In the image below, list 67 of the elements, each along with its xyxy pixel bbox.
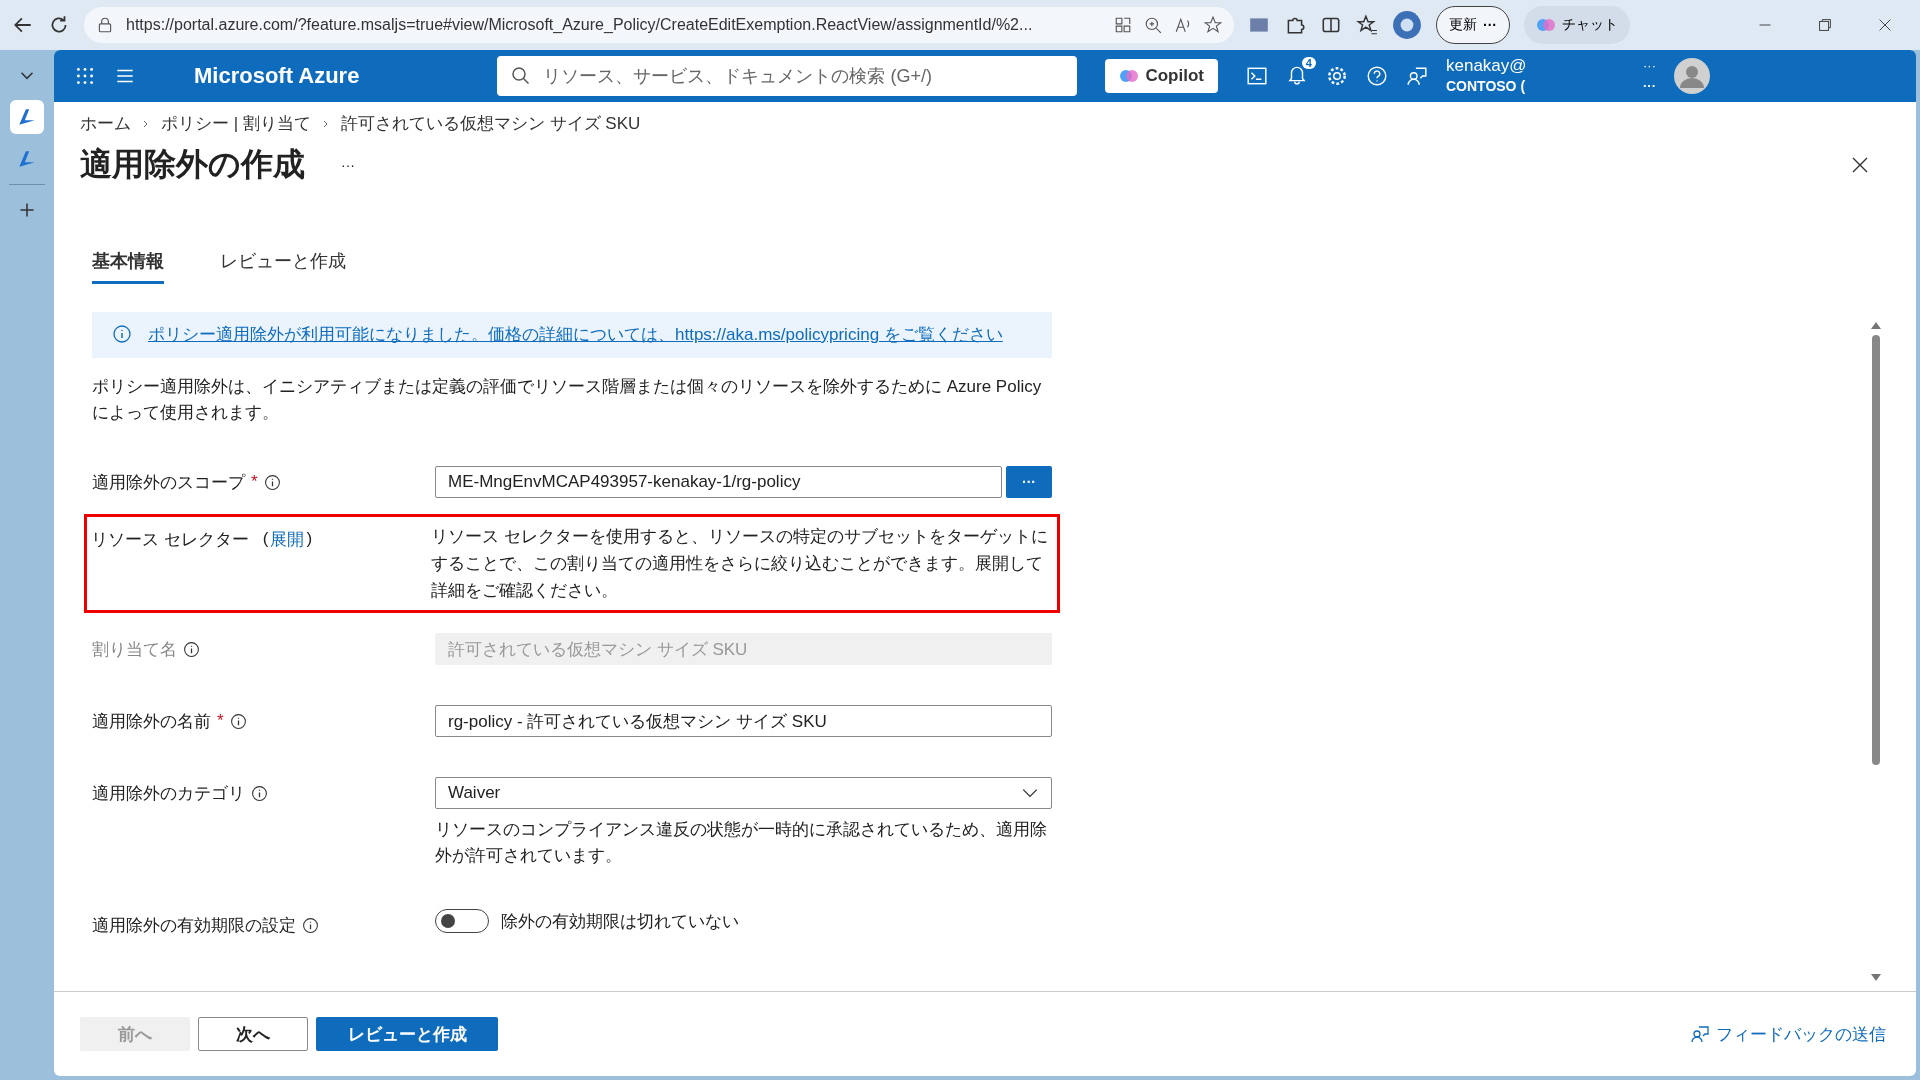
tab[interactable]: レビューと作成: [220, 249, 346, 284]
selector-description: リソース セレクターを使用すると、リソースの特定のサブセットをターゲットにすることで、この割り当ての適用性をさらに絞り込むことができます。展開して詳細をご確認ください。: [431, 526, 1049, 602]
tab[interactable]: 基本情報: [92, 249, 164, 284]
app-launcher-icon[interactable]: [74, 65, 96, 87]
page-title: 適用除外の作成: [80, 145, 305, 184]
help-text: リソースのコンプライアンス違反の状態が一時的に承認されているため、適用除外が許可されています。: [435, 819, 1048, 867]
scroll-up-icon[interactable]: [1871, 322, 1881, 329]
breadcrumb-link[interactable]: 許可されている仮想マシン サイズ SKU: [340, 112, 641, 135]
input-field[interactable]: rg-policy - 許可されている仮想マシン サイズ SKU: [435, 705, 1052, 737]
read-aloud-icon[interactable]: [1174, 16, 1192, 34]
close-icon[interactable]: [1850, 155, 1870, 175]
more-button[interactable]: ···: [341, 157, 355, 173]
search-icon: [511, 66, 532, 86]
zoom-icon[interactable]: [1144, 16, 1162, 34]
profile-icon[interactable]: [1392, 10, 1422, 40]
paren-text: (: [262, 529, 269, 549]
chat-button[interactable]: チャット: [1524, 6, 1630, 44]
settings-icon[interactable]: [1325, 65, 1348, 87]
browse-button[interactable]: ···: [1006, 466, 1052, 498]
breadcrumb-link[interactable]: ホーム: [80, 112, 131, 135]
more-text[interactable]: ···: [1642, 76, 1656, 96]
category-dropdown[interactable]: Waiver: [435, 777, 1052, 809]
toggle-label: 除外の有効期限は切れていない: [501, 910, 739, 933]
brand-title[interactable]: Microsoft Azure: [194, 63, 360, 89]
field-label: 適用除外のスコープ: [92, 471, 245, 494]
info-icon[interactable]: [229, 712, 247, 730]
favorites-icon[interactable]: [1356, 14, 1378, 36]
footer-button[interactable]: 次へ: [198, 1017, 308, 1051]
grid-icon[interactable]: [1114, 16, 1132, 34]
user-name[interactable]: kenakay@: [1445, 56, 1527, 76]
feedback-link[interactable]: フィードバックの送信: [1690, 1022, 1886, 1046]
avatar-icon[interactable]: [1673, 58, 1710, 94]
paren-text: ): [306, 529, 313, 549]
help-icon[interactable]: [1365, 65, 1388, 87]
restore-icon[interactable]: [1816, 16, 1834, 34]
terminal-icon[interactable]: [1245, 65, 1268, 87]
url-text: https://portal.azure.com/?feature.msaljs=true#view/Microsoft_Azure_Policy/CreateEditExemption.ReactView/assignmentId/%2...: [126, 16, 1034, 34]
lock-icon: [96, 16, 114, 34]
required-mark: *: [217, 711, 224, 731]
required-mark: *: [251, 472, 258, 492]
field-label: 適用除外の有効期限の設定: [92, 914, 296, 937]
scroll-down-icon[interactable]: [1871, 974, 1881, 981]
field-label: リソース セレクター: [91, 528, 249, 551]
feedback-icon[interactable]: [1405, 65, 1428, 87]
footer-button[interactable]: レビューと作成: [316, 1017, 498, 1051]
breadcrumb-link[interactable]: ポリシー | 割り当て: [161, 112, 311, 135]
more-text[interactable]: ···: [1642, 56, 1656, 76]
field-label: 割り当て名: [92, 638, 177, 661]
search-field[interactable]: リソース、サービス、ドキュメントの検索 (G+/): [497, 56, 1078, 96]
address-bar[interactable]: https://portal.azure.com/?feature.msaljs=true#view/Microsoft_Azure_Policy/CreateEditExemption.ReactView/assignmentId/%2...: [84, 7, 1234, 43]
azure-tab-icon[interactable]: [10, 100, 44, 134]
star-icon[interactable]: [1204, 16, 1222, 34]
tenant-name[interactable]: CONTOSO (: [1445, 76, 1526, 96]
notification-badge: 4: [1301, 57, 1316, 69]
feedback-icon: [1690, 1024, 1710, 1044]
info-icon[interactable]: [263, 473, 281, 491]
copilot-button[interactable]: Copilot: [1105, 59, 1218, 93]
update-button[interactable]: 更新 ···: [1436, 6, 1510, 44]
expand-link[interactable]: 展開: [270, 527, 305, 551]
field-label: 適用除外のカテゴリ: [92, 782, 245, 805]
field-label: 適用除外の名前: [92, 710, 211, 733]
info-icon: [112, 324, 132, 344]
description-text: ポリシー適用除外は、イニシアティブまたは定義の評価でリソース階層または個々のリソースを除外するために Azure Policy によって使用されます。: [92, 376, 1043, 424]
scope-field[interactable]: ME-MngEnvMCAP493957-kenakay-1/rg-policy: [435, 466, 1002, 498]
info-icon[interactable]: [251, 784, 268, 802]
info-icon[interactable]: [302, 916, 319, 934]
pricing-link[interactable]: ポリシー適用除外が利用可能になりました。価格の詳細については、https://aka.ms/policypricing をご覧ください: [148, 324, 1003, 346]
